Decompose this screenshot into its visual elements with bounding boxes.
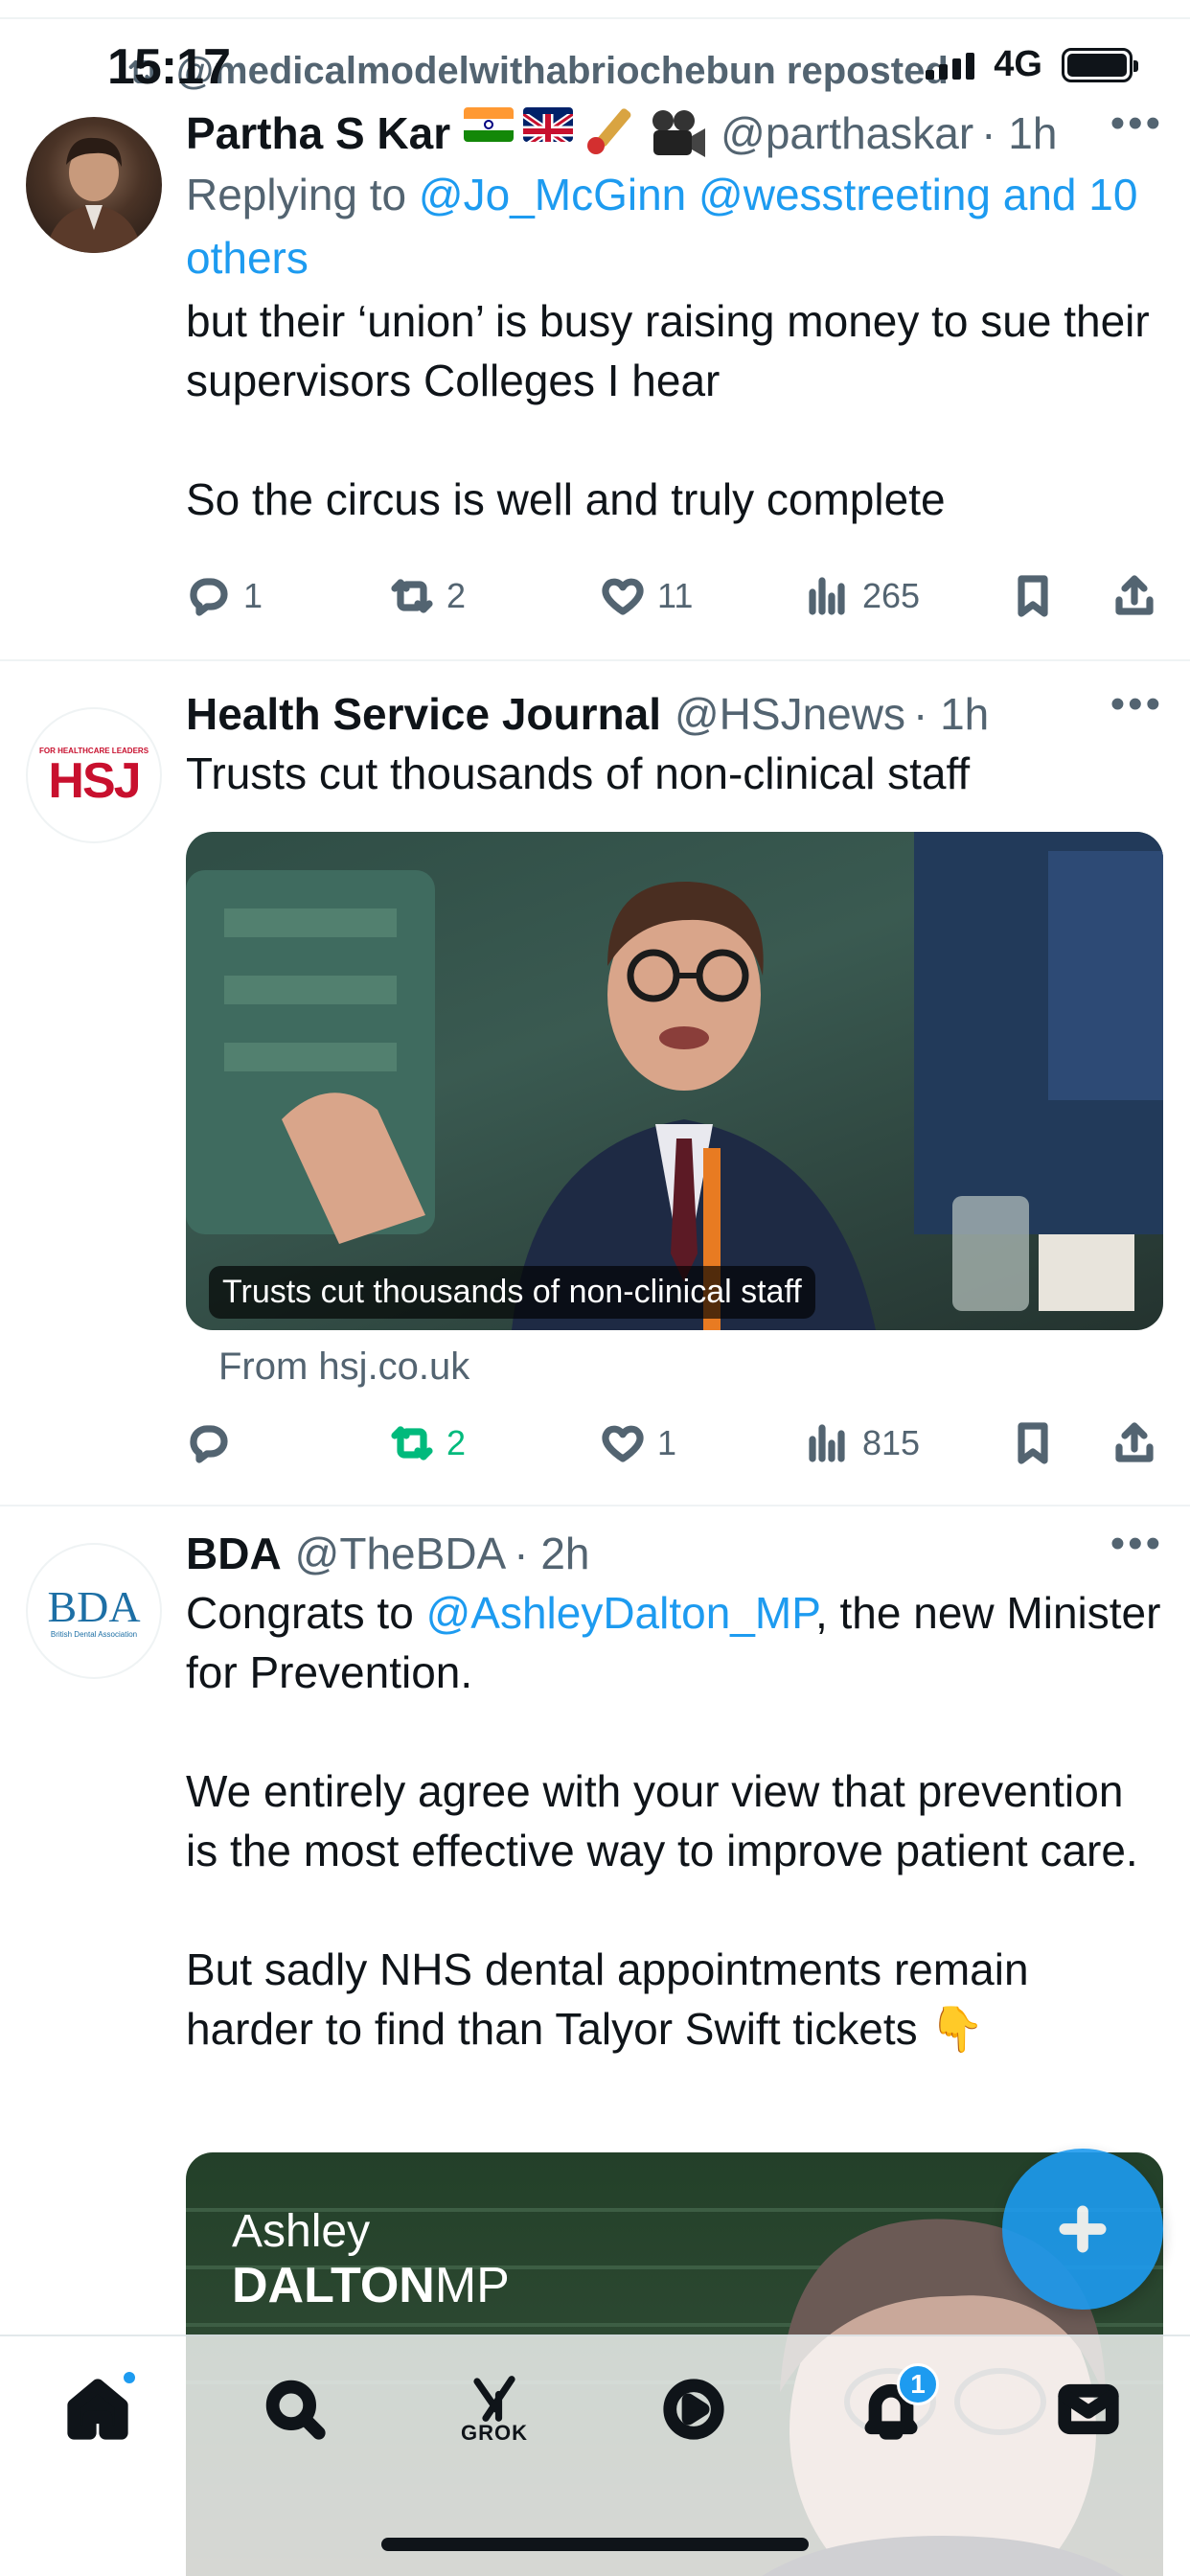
media-title-suffix: MP bbox=[434, 2258, 510, 2313]
more-options-icon[interactable]: ••• bbox=[1110, 680, 1163, 728]
views-button[interactable]: 815 bbox=[805, 1420, 920, 1466]
grok-label: GROK bbox=[461, 2421, 528, 2445]
network-label: 4G bbox=[994, 44, 1042, 84]
author-name[interactable]: BDA bbox=[186, 1528, 282, 1579]
reply-icon bbox=[190, 1425, 228, 1463]
tweet-header: Health Service Journal @HSJnews · 1h bbox=[186, 688, 1163, 740]
like-button[interactable]: 1 bbox=[600, 1420, 676, 1466]
plus-icon bbox=[1059, 2205, 1107, 2253]
link-source[interactable]: From hsj.co.uk bbox=[218, 1346, 469, 1389]
repost-count: 2 bbox=[446, 1423, 467, 1462]
heart-icon bbox=[602, 578, 644, 615]
share-button[interactable] bbox=[1111, 573, 1157, 619]
avatar-logo-text: BDA bbox=[47, 1581, 141, 1631]
tab-grok[interactable]: GROK bbox=[456, 2371, 533, 2448]
reply-button[interactable] bbox=[186, 1420, 243, 1466]
repost-count: 2 bbox=[446, 576, 467, 615]
home-indicator bbox=[381, 2538, 809, 2551]
bookmark-icon bbox=[1018, 575, 1048, 617]
reply-prefix: Replying to bbox=[186, 170, 419, 219]
text-suffix: , the new Minister for Prevention. We en… bbox=[186, 1588, 1161, 2054]
tab-home[interactable] bbox=[59, 2369, 138, 2448]
share-icon bbox=[1115, 1422, 1154, 1462]
action-bar: 2 1 815 bbox=[186, 1414, 1163, 1472]
like-count: 11 bbox=[657, 576, 694, 615]
view-count: 815 bbox=[862, 1423, 921, 1462]
repost-button[interactable]: 2 bbox=[389, 1420, 466, 1466]
repost-button[interactable]: 2 bbox=[389, 573, 466, 619]
action-bar: 1 2 11 265 bbox=[186, 567, 1163, 625]
tweet-time: · 1h bbox=[912, 689, 990, 739]
tweet-header: BDA @TheBDA · 2h bbox=[186, 1528, 1163, 1579]
grok-icon bbox=[473, 2376, 515, 2422]
hsj-avatar[interactable]: FOR HEALTHCARE LEADERS HSJ bbox=[26, 707, 162, 843]
tab-video[interactable] bbox=[655, 2371, 732, 2448]
like-count: 1 bbox=[657, 1423, 677, 1462]
reply-context: Replying to @Jo_McGinn @wesstreeting and… bbox=[186, 163, 1163, 289]
views-button[interactable]: 265 bbox=[805, 573, 920, 619]
avatar-logo-text: HSJ bbox=[48, 752, 141, 809]
avatar[interactable] bbox=[26, 117, 162, 253]
author-handle[interactable]: @HSJnews bbox=[675, 688, 905, 740]
tweet-text: Trusts cut thousands of non-clinical sta… bbox=[186, 748, 971, 798]
status-time: 15:17 bbox=[107, 39, 231, 95]
link-card-image[interactable]: Trusts cut thousands of non-clinical sta… bbox=[186, 832, 1163, 1330]
new-posts-dot bbox=[121, 2369, 138, 2386]
bookmark-button[interactable] bbox=[1010, 573, 1056, 619]
person-avatar-icon bbox=[45, 137, 143, 253]
media-title: Ashley DALTONMP bbox=[232, 2206, 510, 2313]
repost-icon bbox=[391, 579, 433, 613]
signal-icon bbox=[926, 51, 975, 80]
views-icon bbox=[809, 1424, 845, 1462]
bookmark-button[interactable] bbox=[1010, 1420, 1056, 1466]
author-name[interactable]: Health Service Journal bbox=[186, 688, 661, 740]
bookmark-icon bbox=[1018, 1422, 1048, 1464]
tab-search[interactable] bbox=[257, 2371, 333, 2448]
media-caption: Trusts cut thousands of non-clinical sta… bbox=[209, 1266, 815, 1319]
repost-icon bbox=[391, 1426, 433, 1460]
status-indicators: 4G bbox=[926, 44, 1138, 85]
tab-notifications[interactable]: 1 bbox=[853, 2363, 939, 2448]
like-button[interactable]: 11 bbox=[600, 573, 693, 619]
view-count: 265 bbox=[862, 576, 921, 615]
mention-link[interactable]: @AshleyDalton_MP bbox=[426, 1588, 815, 1638]
tweet-hsj[interactable]: FOR HEALTHCARE LEADERS HSJ Health Servic… bbox=[0, 661, 1190, 1505]
media-title-last: DALTON bbox=[232, 2258, 435, 2313]
compose-button[interactable] bbox=[1002, 2149, 1163, 2310]
heart-icon bbox=[602, 1425, 644, 1462]
media-title-first: Ashley bbox=[232, 2206, 371, 2257]
share-icon bbox=[1115, 575, 1154, 615]
avatar-small-text: British Dental Association bbox=[50, 1629, 138, 1639]
tab-messages[interactable] bbox=[1050, 2371, 1127, 2448]
notifications-badge: 1 bbox=[897, 2363, 939, 2405]
share-button[interactable] bbox=[1111, 1420, 1157, 1466]
status-bar: 15:17 4G bbox=[0, 0, 1190, 125]
text-prefix: Congrats to bbox=[186, 1588, 426, 1638]
bda-avatar[interactable]: BDA British Dental Association bbox=[26, 1543, 162, 1679]
reply-count: 1 bbox=[243, 576, 263, 615]
news-photo bbox=[186, 832, 1163, 1330]
play-icon bbox=[663, 2379, 724, 2440]
tweet-text: but their ‘union’ is busy raising money … bbox=[186, 296, 1150, 524]
mail-icon bbox=[1058, 2383, 1119, 2435]
reply-button[interactable]: 1 bbox=[186, 573, 263, 619]
more-options-icon[interactable]: ••• bbox=[1110, 1520, 1163, 1568]
battery-icon bbox=[1062, 47, 1138, 82]
views-icon bbox=[809, 577, 845, 615]
home-icon bbox=[67, 2379, 128, 2440]
search-icon bbox=[265, 2380, 326, 2440]
tweet-time: · 2h bbox=[514, 1529, 590, 1578]
tweet-text: Congrats to @AshleyDalton_MP, the new Mi… bbox=[186, 1583, 1163, 2058]
author-handle[interactable]: @TheBDA bbox=[295, 1528, 507, 1579]
reply-icon bbox=[190, 578, 228, 616]
